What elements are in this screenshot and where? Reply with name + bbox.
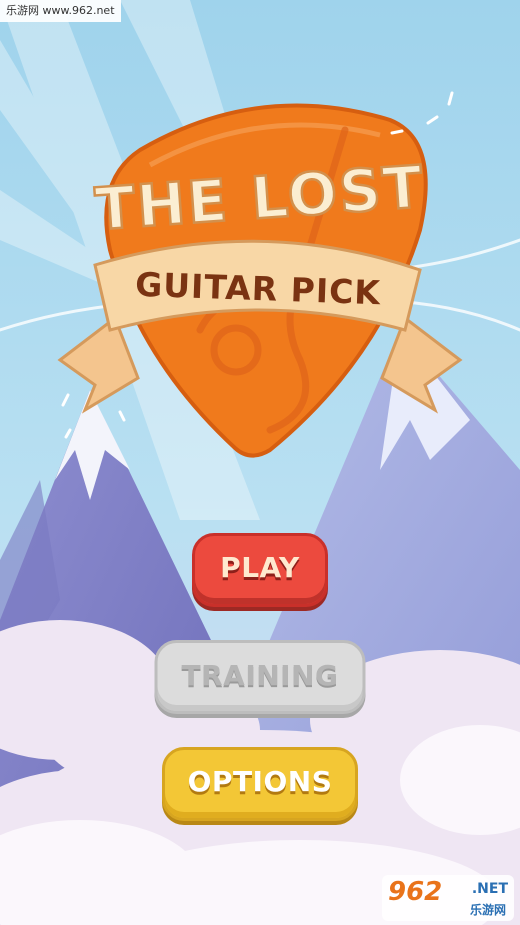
site-logo-cn: 乐游网 xyxy=(469,903,506,917)
training-button[interactable]: TRAINING xyxy=(154,640,366,714)
play-button-label: PLAY xyxy=(220,551,300,584)
options-button-label: OPTIONS xyxy=(187,765,333,798)
site-watermark: 乐游网 www.962.net xyxy=(0,0,121,22)
training-button-label: TRAINING xyxy=(181,659,339,692)
options-button[interactable]: OPTIONS xyxy=(162,747,358,821)
site-logo: 962 .NET 乐游网 xyxy=(382,875,514,921)
play-button[interactable]: PLAY xyxy=(192,533,328,607)
site-logo-number: 962 xyxy=(388,877,443,907)
site-logo-suffix: .NET xyxy=(471,881,508,897)
